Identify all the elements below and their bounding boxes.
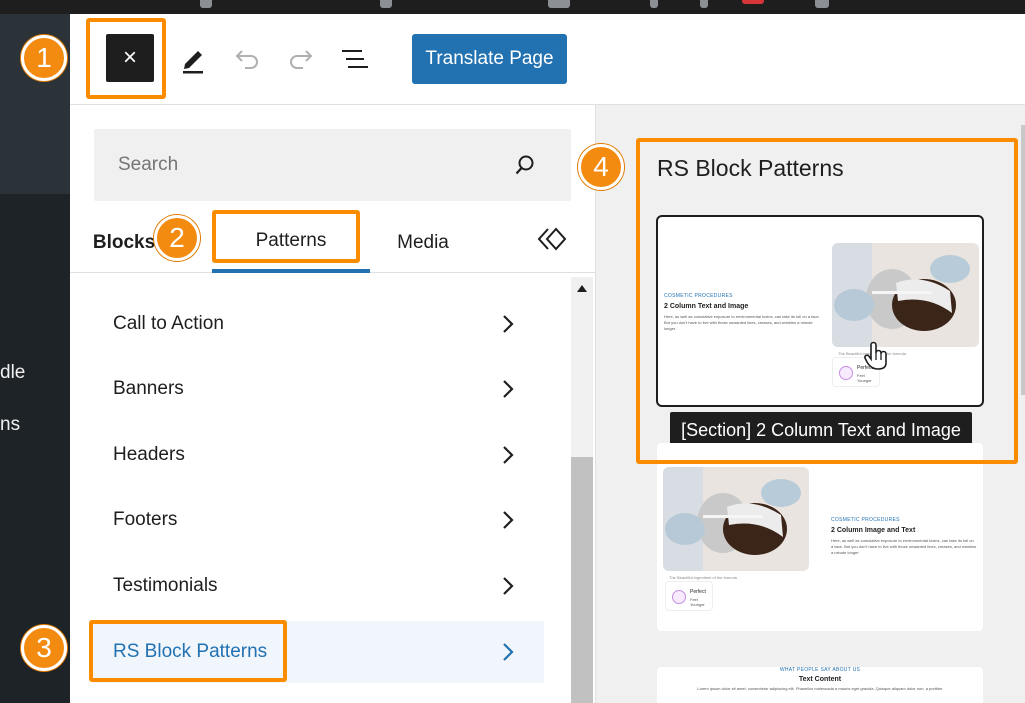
card-text: COSMETIC PROCEDURES 2 Column Image and T…: [831, 517, 977, 556]
chevron-right-icon: [503, 446, 514, 464]
card-body: Lorem ipsum dolor sit amet, consectetur …: [697, 686, 943, 691]
chevron-right-icon: [503, 511, 514, 529]
category-item-footers[interactable]: Footers: [92, 489, 544, 551]
card-heading: Text Content: [798, 676, 842, 683]
block-inserter-panel: Blocks Patterns Media Call to Action Ban…: [70, 105, 596, 703]
admin-sidebar: dle ns: [0, 14, 70, 703]
card-eyebrow: COSMETIC PROCEDURES: [831, 517, 900, 523]
chevron-right-icon: [503, 315, 514, 333]
card-feature-badge: Perfect Feel Younger: [665, 581, 713, 611]
badge-subtitle: Feel Younger: [690, 597, 705, 607]
category-label: Testimonials: [113, 575, 218, 596]
category-label: Banners: [113, 378, 184, 399]
card-heading: 2 Column Text and Image: [664, 303, 749, 310]
category-label: Footers: [113, 509, 178, 530]
search-box: [94, 129, 571, 201]
editor-toolbar: × Translate Page: [70, 14, 1025, 105]
edit-tool-button[interactable]: [176, 42, 210, 76]
inserter-tabs: Blocks Patterns Media: [70, 213, 596, 273]
card-eyebrow: WHAT PEOPLE SAY ABOUT US: [779, 667, 861, 673]
preview-scrollbar[interactable]: [1021, 125, 1025, 395]
redo-icon: [290, 50, 313, 69]
category-label: Headers: [113, 444, 185, 465]
category-label: RS Block Patterns: [113, 641, 268, 662]
card-photo: [832, 243, 979, 347]
card-heading: 2 Column Image and Text: [831, 527, 916, 534]
category-item-call-to-action[interactable]: Call to Action: [92, 293, 544, 355]
category-item-testimonials[interactable]: Testimonials: [92, 555, 544, 617]
chevron-right-icon: [503, 577, 514, 595]
card-caption: The Beautiful ingredient of the formula: [669, 575, 737, 580]
screen: dle ns × Translate Page Search Blocks Pa…: [0, 0, 1025, 703]
scroll-up-arrow-icon[interactable]: [577, 285, 587, 292]
preview-title: RS Block Patterns: [657, 155, 844, 181]
step-badge-2: 2: [154, 215, 200, 261]
feature-icon: [839, 366, 853, 380]
category-label: Call to Action: [113, 313, 224, 334]
scroll-thumb[interactable]: [571, 457, 593, 703]
step-badge-4: 4: [578, 144, 624, 190]
top-strip: [0, 0, 1025, 14]
card-body: Here, as well as cumulative exposure to …: [831, 538, 977, 555]
search-input[interactable]: [118, 129, 498, 201]
category-item-headers[interactable]: Headers: [92, 424, 544, 486]
category-item-rs-block-patterns[interactable]: RS Block Patterns: [92, 621, 544, 683]
collapse-diamond-icon[interactable]: [536, 223, 568, 255]
category-item-banners[interactable]: Banners: [92, 358, 544, 420]
step-badge-1: 1: [21, 35, 67, 81]
undo-icon: [235, 50, 258, 69]
tab-patterns[interactable]: Patterns: [212, 213, 370, 273]
admin-sidebar-label[interactable]: dle: [0, 362, 25, 384]
feature-icon: [672, 590, 686, 604]
close-inserter-button[interactable]: ×: [106, 34, 154, 82]
redo-button[interactable]: [284, 42, 318, 76]
step-badge-3: 3: [21, 625, 67, 671]
pattern-preview-panel: RS Block Patterns COSMETIC PROCEDURES 2 …: [596, 105, 1025, 703]
undo-button[interactable]: [230, 42, 264, 76]
tab-blocks[interactable]: Blocks: [93, 213, 155, 273]
pattern-card-text-image[interactable]: COSMETIC PROCEDURES 2 Column Text and Im…: [656, 215, 984, 407]
card-eyebrow: COSMETIC PROCEDURES: [664, 293, 733, 299]
badge-subtitle: Feel Younger: [857, 373, 872, 383]
chevron-right-icon: [503, 643, 514, 661]
badge-title: Perfect: [690, 589, 706, 595]
pencil-icon: [183, 51, 203, 74]
document-overview-button[interactable]: [338, 42, 372, 76]
hand-cursor-icon: [864, 341, 887, 370]
chevron-right-icon: [503, 380, 514, 398]
card-body: Here, as well as cumulative exposure to …: [664, 314, 820, 331]
pattern-card-text-content[interactable]: WHAT PEOPLE SAY ABOUT US Text Content Lo…: [657, 667, 983, 703]
card-photo: [663, 467, 809, 571]
close-icon: ×: [122, 44, 137, 71]
card-text: COSMETIC PROCEDURES 2 Column Text and Im…: [664, 293, 824, 332]
search-icon: [515, 155, 534, 175]
admin-sidebar-label[interactable]: ns: [0, 414, 20, 436]
tab-media[interactable]: Media: [388, 213, 458, 273]
list-view-icon: [342, 50, 368, 68]
pattern-card-image-text[interactable]: The Beautiful ingredient of the formula …: [657, 443, 983, 631]
translate-page-button[interactable]: Translate Page: [412, 34, 567, 84]
card-text: WHAT PEOPLE SAY ABOUT US Text Content Lo…: [657, 667, 983, 692]
category-scrollbar[interactable]: [571, 277, 593, 703]
